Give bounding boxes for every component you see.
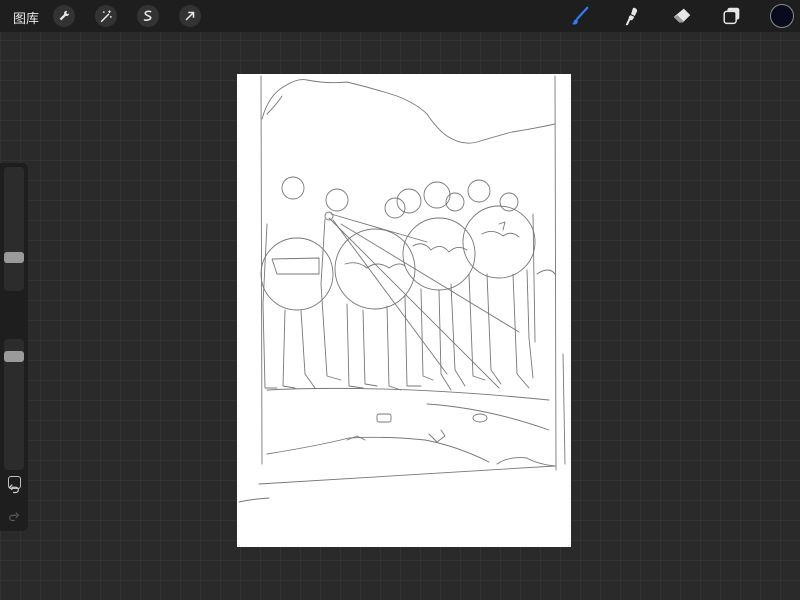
magic-wand-icon[interactable] [95, 5, 117, 27]
redo-icon[interactable] [6, 509, 22, 525]
opacity-thumb[interactable] [4, 351, 24, 362]
eraser-icon[interactable] [669, 3, 695, 29]
color-picker-swatch[interactable] [770, 4, 794, 28]
layers-icon[interactable] [719, 3, 745, 29]
undo-icon[interactable] [6, 481, 22, 497]
left-sidebar [0, 163, 28, 531]
brush-size-thumb[interactable] [4, 251, 24, 263]
sketch-artwork [238, 75, 566, 503]
top-toolbar: 图库 [0, 0, 800, 32]
smudge-icon[interactable] [619, 3, 645, 29]
wrench-icon[interactable] [53, 5, 75, 27]
gallery-button[interactable]: 图库 [13, 8, 39, 27]
selection-icon[interactable] [137, 5, 159, 27]
transform-arrow-icon[interactable] [179, 5, 201, 27]
brush-icon[interactable] [567, 3, 593, 29]
brush-size-slider[interactable] [4, 167, 24, 291]
drawing-canvas[interactable] [237, 74, 571, 547]
